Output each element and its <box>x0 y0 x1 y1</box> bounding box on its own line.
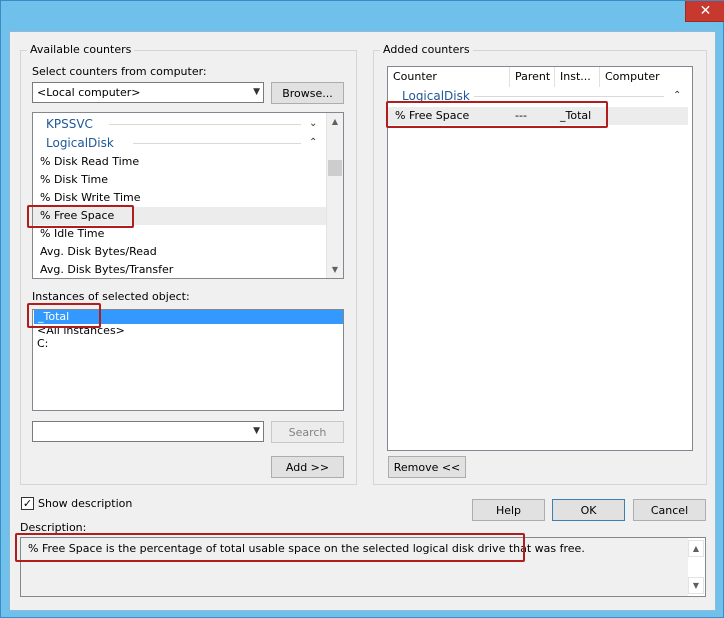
highlight-added-row <box>386 101 608 128</box>
search-button[interactable]: Search <box>271 421 344 443</box>
computer-select[interactable]: <Local computer> ▼ <box>32 82 264 103</box>
ok-button[interactable]: OK <box>552 499 625 521</box>
scroll-up-icon[interactable]: ▲ <box>688 540 704 557</box>
search-input[interactable]: ▼ <box>32 421 264 442</box>
scrollbar-thumb[interactable] <box>328 160 342 176</box>
add-button[interactable]: Add >> <box>271 456 344 478</box>
counter-label: % Disk Time <box>40 173 108 186</box>
counter-item[interactable]: % Disk Time <box>33 171 327 189</box>
column-label: Counter <box>393 70 437 83</box>
counter-label: % Disk Write Time <box>40 191 141 204</box>
counter-item[interactable]: Avg. Disk Bytes/Transfer <box>33 261 327 278</box>
show-description-checkbox[interactable]: ✓ <box>21 497 34 510</box>
scroll-down-icon[interactable]: ▼ <box>327 261 343 278</box>
dialog-window: ✕ Available counters Select counters fro… <box>0 0 724 618</box>
column-label: Parent <box>515 70 551 83</box>
column-header-computer[interactable]: Computer <box>600 67 692 87</box>
counter-item[interactable]: % Disk Read Time <box>33 153 327 171</box>
counters-list[interactable]: KPSSVC ⌄ LogicalDisk ⌃ % Disk Read Time … <box>32 112 344 279</box>
remove-button-label: Remove << <box>393 460 461 474</box>
show-description-label: Show description <box>38 497 133 510</box>
checkmark-icon: ✓ <box>22 497 33 510</box>
category-divider <box>133 143 301 144</box>
highlight-description <box>15 533 525 562</box>
column-label: Computer <box>605 70 660 83</box>
column-header-counter[interactable]: Counter <box>388 67 510 87</box>
category-label: KPSSVC <box>46 117 93 131</box>
counter-label: % Disk Read Time <box>40 155 140 168</box>
counter-category-kpssvc[interactable]: KPSSVC ⌄ <box>33 115 327 133</box>
category-label: LogicalDisk <box>46 136 114 150</box>
chevron-down-icon[interactable]: ⌄ <box>309 115 317 133</box>
chevron-down-icon: ▼ <box>253 426 260 436</box>
scroll-down-icon[interactable]: ▼ <box>688 577 704 594</box>
counter-category-logicaldisk[interactable]: LogicalDisk ⌃ <box>33 134 327 152</box>
description-scrollbar[interactable]: ▲ ▼ <box>688 538 705 596</box>
instance-item[interactable]: C: <box>33 337 48 351</box>
instances-label: Instances of selected object: <box>32 290 190 303</box>
counter-item[interactable]: Avg. Disk Bytes/Read <box>33 243 327 261</box>
browse-button[interactable]: Browse... <box>271 82 344 104</box>
instance-label: C: <box>37 337 49 350</box>
column-header-parent[interactable]: Parent <box>510 67 555 87</box>
available-counters-title: Available counters <box>27 43 135 56</box>
cancel-button[interactable]: Cancel <box>633 499 706 521</box>
close-icon: ✕ <box>699 3 712 19</box>
category-divider <box>109 124 301 125</box>
ok-button-label: OK <box>580 503 597 517</box>
counter-label: Avg. Disk Bytes/Read <box>40 245 157 258</box>
scroll-up-icon[interactable]: ▲ <box>327 113 343 130</box>
search-button-label: Search <box>288 425 327 439</box>
computer-select-value: <Local computer> <box>37 86 141 99</box>
cancel-button-label: Cancel <box>650 503 689 517</box>
dialog-client-area: Available counters Select counters from … <box>9 31 716 611</box>
counter-label: % Idle Time <box>40 227 105 240</box>
highlight-free-space <box>27 205 134 228</box>
close-button[interactable]: ✕ <box>685 1 724 22</box>
select-computer-label: Select counters from computer: <box>32 65 207 78</box>
help-button-label: Help <box>495 503 522 517</box>
column-label: Inst... <box>560 70 591 83</box>
counter-label: Avg. Disk Bytes/Transfer <box>40 263 174 276</box>
highlight-total-instance <box>27 303 101 328</box>
chevron-up-icon[interactable]: ⌃ <box>673 87 681 105</box>
counters-scrollbar[interactable]: ▲ ▼ <box>326 113 343 278</box>
browse-button-label: Browse... <box>282 86 333 100</box>
column-header-instance[interactable]: Inst... <box>555 67 600 87</box>
help-button[interactable]: Help <box>472 499 545 521</box>
chevron-down-icon: ▼ <box>253 87 260 97</box>
add-button-label: Add >> <box>285 460 330 474</box>
added-counters-title: Added counters <box>380 43 473 56</box>
chevron-up-icon[interactable]: ⌃ <box>309 134 317 152</box>
category-divider <box>474 96 664 97</box>
remove-button[interactable]: Remove << <box>388 456 466 478</box>
